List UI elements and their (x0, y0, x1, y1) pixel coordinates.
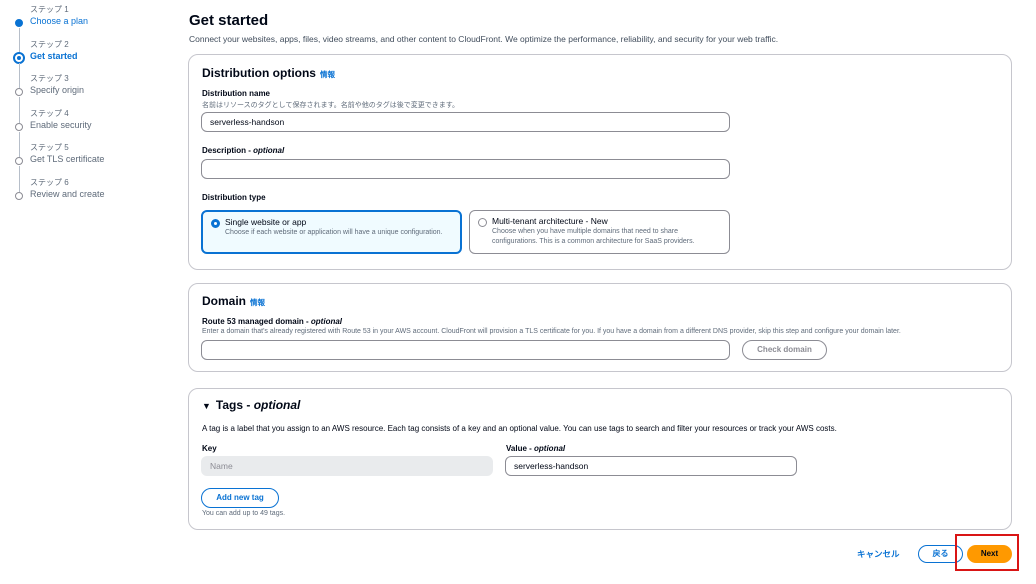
highlight-box (955, 534, 1019, 571)
distribution-options-panel: Distribution options 情報 Distribution name… (188, 54, 1012, 270)
optional-tag: optional (534, 444, 566, 453)
tile-description: Choose if each website or application wi… (225, 229, 443, 236)
info-link[interactable]: 情報 (320, 70, 335, 79)
panel-heading: Distribution options 情報 (202, 66, 335, 80)
page-title: Get started (189, 12, 269, 29)
info-link[interactable]: 情報 (250, 298, 265, 307)
tag-key-label: Key (202, 444, 217, 453)
step-done-icon (15, 19, 23, 27)
wizard-stepper: ステップ 1 Choose a plan ステップ 2 Get started … (12, 4, 172, 211)
step-pending-icon (15, 191, 23, 200)
distribution-options-heading: Distribution options (202, 66, 316, 80)
step-number: ステップ 6 (30, 177, 69, 187)
tags-heading-text: Tags - (215, 398, 254, 412)
step-title[interactable]: Choose a plan (30, 15, 172, 28)
tile-description: Choose when you have multiple domains th… (492, 228, 695, 245)
step-number: ステップ 5 (30, 143, 69, 152)
radio-unselected-icon[interactable] (478, 218, 487, 227)
tag-value-label-text: Value - (506, 444, 535, 453)
tile-single-website[interactable]: Single website or app Choose if each web… (201, 210, 462, 254)
page-description: Connect your websites, apps, files, vide… (189, 34, 779, 44)
route53-label-text: Route 53 managed domain - (202, 317, 311, 326)
panel-heading: Domain 情報 (202, 294, 265, 308)
add-new-tag-button[interactable]: Add new tag (201, 488, 279, 508)
step-number: ステップ 3 (30, 74, 69, 83)
domain-heading: Domain (202, 294, 247, 308)
tags-panel: ▼ Tags - optional A tag is a label that y… (188, 388, 1012, 530)
step-number: ステップ 4 (30, 108, 69, 118)
step-2: ステップ 2 Get started (12, 39, 172, 89)
distribution-type-label: Distribution type (202, 193, 266, 202)
tags-heading[interactable]: ▼ Tags - optional (202, 398, 300, 412)
radio-selected-icon[interactable] (211, 219, 220, 228)
step-pending-icon (15, 157, 23, 165)
check-domain-button[interactable]: Check domain (742, 340, 827, 360)
tile-title: Multi-tenant architecture - New (492, 216, 608, 226)
step-6: ステップ 6 Review and create (12, 177, 172, 212)
tag-key-input[interactable]: Name (201, 456, 493, 476)
optional-tag: optional (253, 146, 285, 155)
step-number: ステップ 2 (30, 39, 69, 49)
distribution-name-input[interactable]: serverless-handson (201, 112, 730, 132)
optional-tag: optional (310, 317, 343, 326)
step-3: ステップ 3 Specify origin (12, 73, 172, 123)
tags-limit-note: You can add up to 49 tags. (202, 510, 286, 517)
cancel-button[interactable]: キャンセル (857, 548, 900, 560)
step-5: ステップ 5 Get TLS certificate (12, 142, 172, 192)
domain-panel: Domain 情報 Route 53 managed domain - optio… (188, 283, 1012, 372)
description-label: Description - optional (202, 146, 284, 155)
description-label-text: Description - (202, 146, 254, 155)
distribution-name-label: Distribution name (202, 89, 271, 98)
route53-domain-hint: Enter a domain that's already registered… (202, 328, 901, 335)
tags-description: A tag is a label that you assign to an A… (202, 424, 837, 433)
step-pending-icon (15, 122, 23, 131)
tag-value-label: Value - optional (506, 444, 565, 453)
caret-down-icon[interactable]: ▼ (202, 401, 211, 411)
step-title: Review and create (30, 188, 105, 199)
optional-tag: optional (253, 398, 301, 412)
tag-value-input[interactable]: serverless-handson (505, 456, 797, 476)
step-title: Get TLS certificate (30, 154, 105, 164)
step-number: ステップ 1 (30, 5, 69, 14)
distribution-name-hint: 名前はリソースのタグとして保存されます。名前や他のタグは後で変更できます。 (202, 102, 460, 109)
tile-multi-tenant[interactable]: Multi-tenant architecture - New Choose w… (469, 210, 730, 254)
step-title: Specify origin (30, 85, 85, 95)
step-title: Get started (30, 50, 78, 61)
route53-domain-label: Route 53 managed domain - optional (202, 317, 342, 326)
step-title: Enable security (30, 119, 92, 130)
step-pending-icon (15, 88, 23, 96)
step-4: ステップ 4 Enable security (12, 108, 172, 158)
route53-domain-input[interactable] (201, 340, 730, 360)
tile-title: Single website or app (225, 217, 307, 227)
description-input[interactable] (201, 159, 730, 179)
step-1[interactable]: ステップ 1 Choose a plan (12, 4, 172, 54)
